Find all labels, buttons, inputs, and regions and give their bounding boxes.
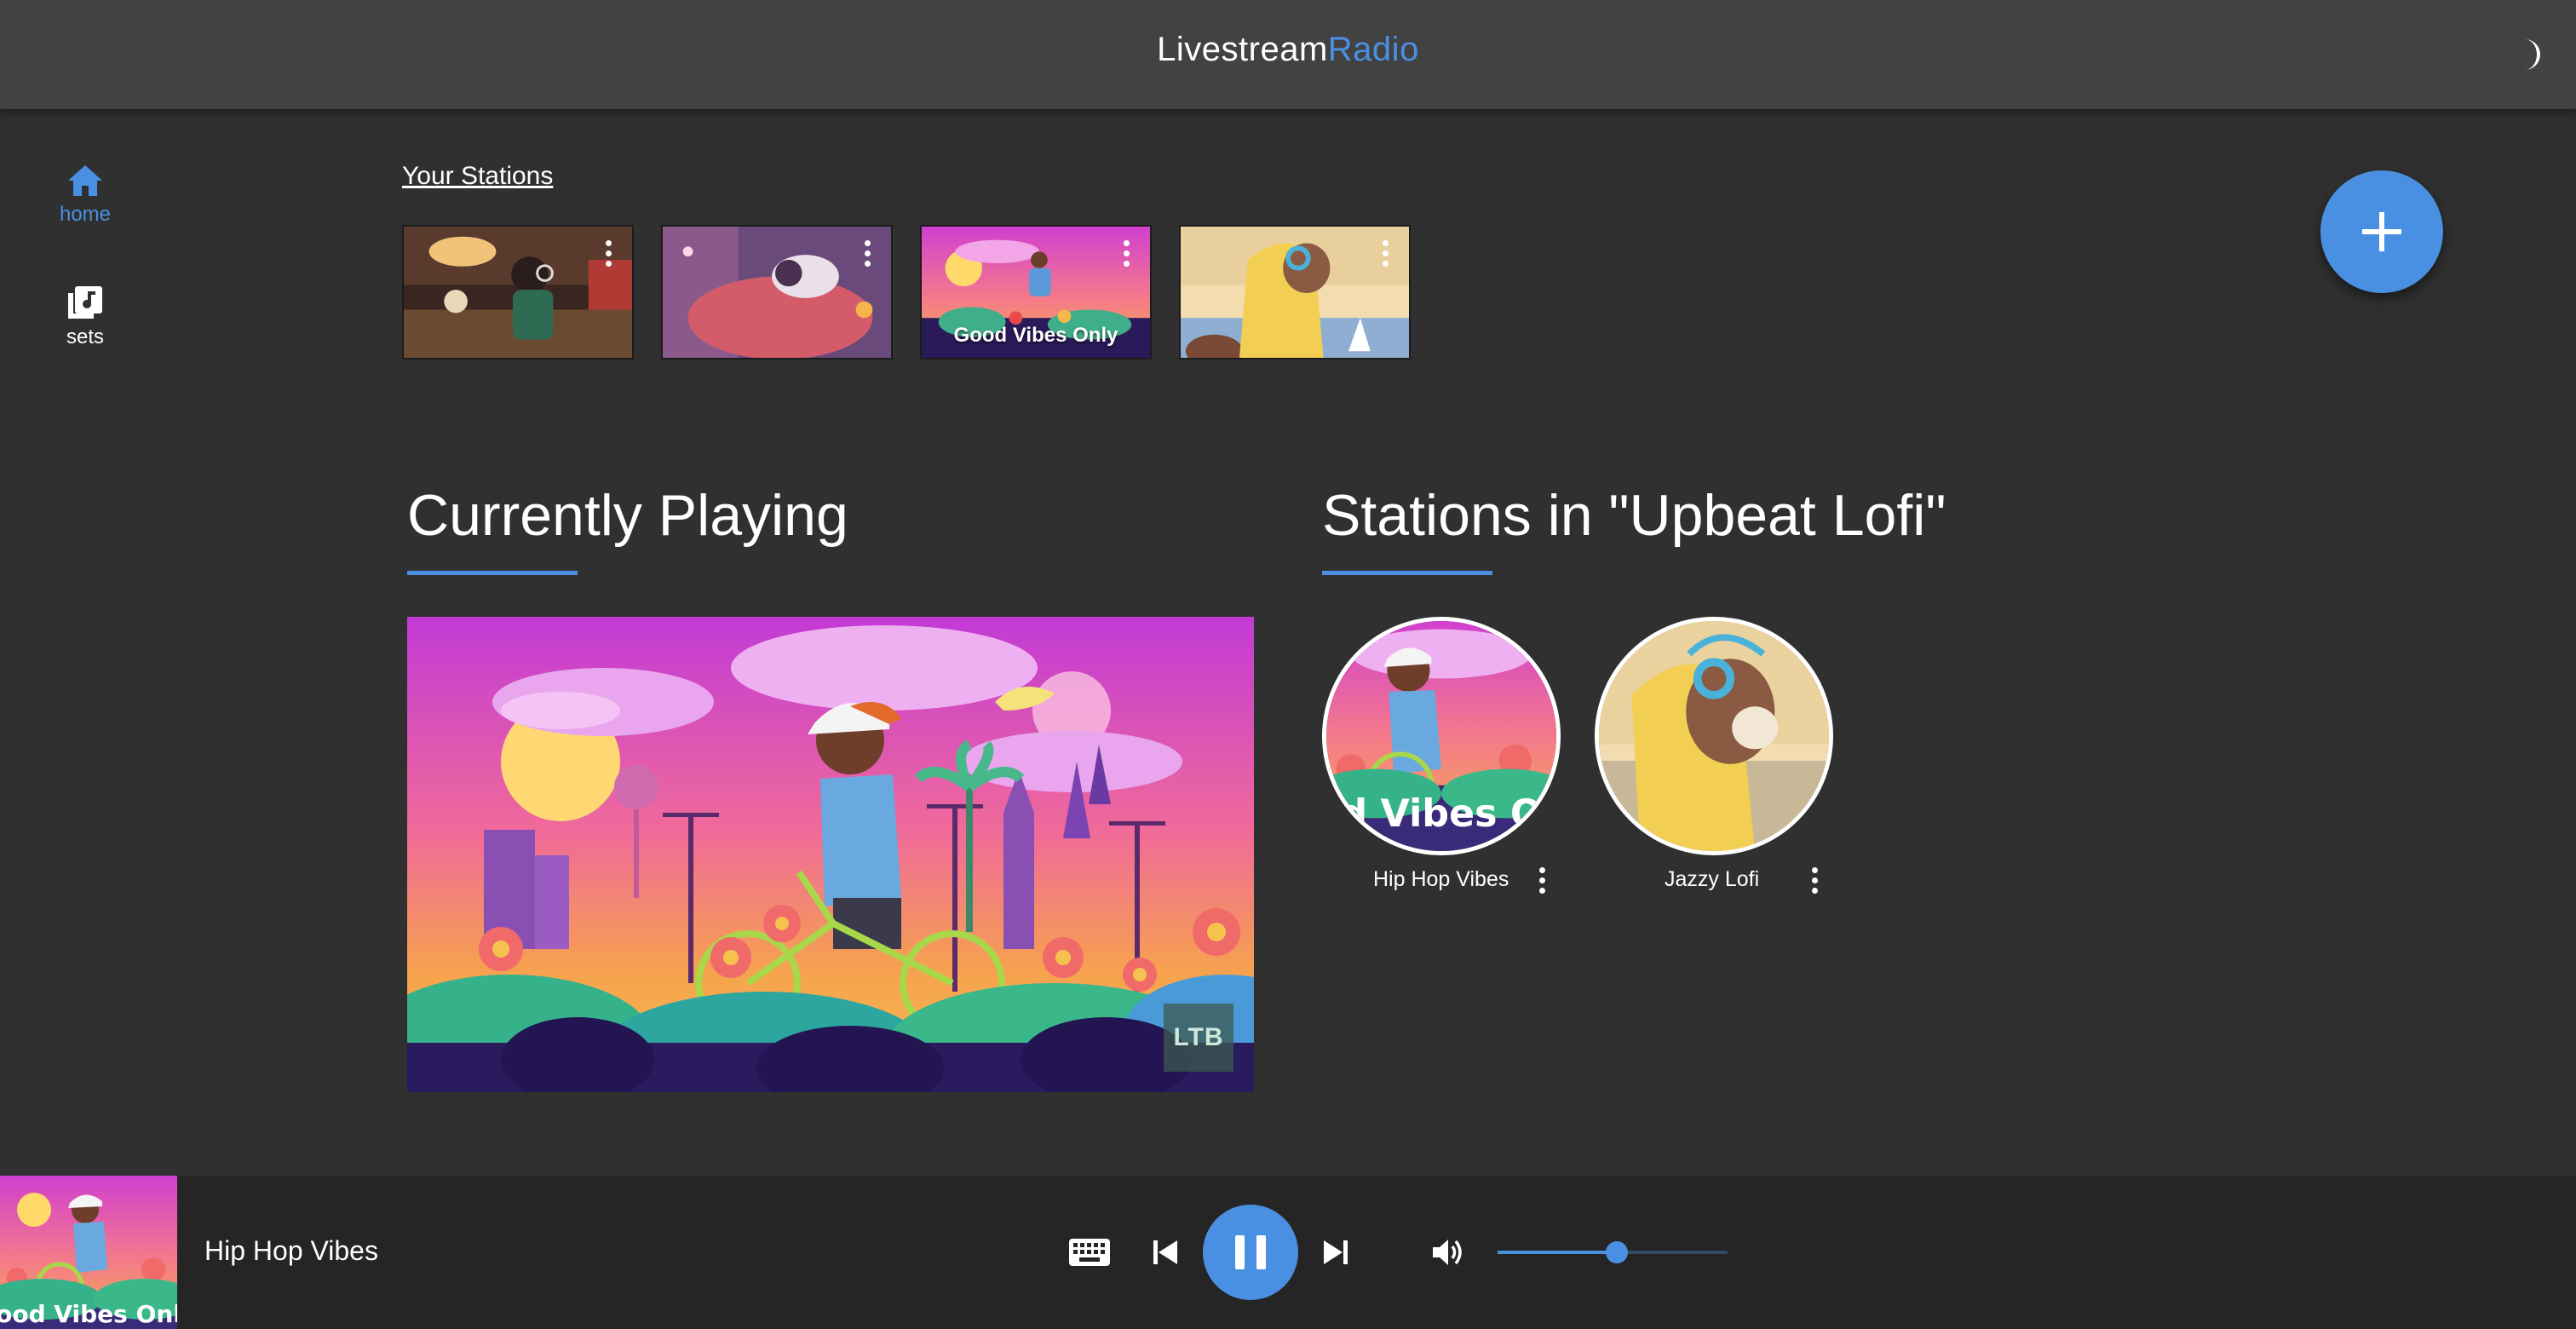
nav-item-home[interactable]: home (31, 162, 140, 227)
volume-slider-fill (1498, 1251, 1618, 1254)
station-thumb-4[interactable] (1179, 225, 1411, 360)
heading-underline (1322, 571, 1492, 575)
volume-button[interactable] (1429, 1234, 1467, 1271)
volume-slider[interactable] (1498, 1241, 1728, 1263)
pause-button[interactable] (1203, 1205, 1298, 1300)
more-vert-icon[interactable] (1378, 240, 1392, 271)
station-circle-label: Hip Hop Vibes (1373, 867, 1509, 891)
keyboard-icon (1069, 1239, 1110, 1266)
station-thumb-1[interactable] (402, 225, 634, 360)
library-music-icon (68, 286, 102, 319)
current-video[interactable]: LTB (407, 617, 1254, 1092)
your-stations-link[interactable]: Your Stations (402, 162, 553, 191)
station-thumb-3[interactable]: Good Vibes Only (920, 225, 1152, 360)
app-title-part2: Radio (1327, 31, 1419, 68)
add-station-button[interactable] (2320, 170, 2443, 293)
app-bar: LivestreamRadio (0, 0, 2576, 109)
keyboard-shortcuts-button[interactable] (1068, 1235, 1111, 1269)
more-vert-icon[interactable] (1808, 867, 1821, 898)
station-circle-image (1599, 621, 1829, 851)
nav-item-sets-label: sets (66, 325, 104, 348)
currently-playing-heading: Currently Playing (407, 483, 848, 548)
app-title: LivestreamRadio (0, 31, 2576, 69)
nav-item-sets[interactable]: sets (31, 285, 140, 349)
station-circle-image: d Vibes O (1326, 621, 1556, 851)
more-vert-icon[interactable] (1119, 240, 1133, 271)
set-stations-heading: Stations in "Upbeat Lofi" (1322, 483, 1946, 548)
more-vert-icon[interactable] (601, 240, 615, 271)
skip-previous-icon (1153, 1240, 1177, 1264)
volume-up-icon (1433, 1240, 1462, 1265)
station-thumb-2[interactable] (661, 225, 893, 360)
player-bar: ood Vibes Onl Hip Hop Vibes (0, 1176, 2576, 1329)
heading-underline (407, 571, 578, 575)
moon-icon (2525, 39, 2540, 70)
station-circle-overlay-text: d Vibes O (1340, 792, 1542, 836)
next-button[interactable] (1320, 1235, 1351, 1269)
more-vert-icon[interactable] (1535, 867, 1549, 898)
now-playing-image: ood Vibes Onl (0, 1176, 177, 1329)
video-frame (407, 617, 1254, 1092)
now-playing-thumbnail[interactable]: ood Vibes Onl (0, 1176, 177, 1329)
home-icon (68, 165, 102, 196)
now-playing-title: Hip Hop Vibes (204, 1235, 378, 1266)
station-thumb-caption: Good Vibes Only (953, 324, 1118, 347)
station-circle-hip-hop-vibes[interactable]: d Vibes O (1322, 617, 1561, 855)
app-title-part1: Livestream (1157, 31, 1328, 68)
skip-next-icon (1324, 1240, 1348, 1264)
station-thumb-image (1181, 227, 1409, 358)
previous-button[interactable] (1150, 1235, 1181, 1269)
station-thumb-image (663, 227, 891, 358)
station-circle-jazzy-lofi[interactable] (1595, 617, 1833, 855)
now-playing-thumb-text: ood Vibes Onl (0, 1300, 177, 1328)
station-thumb-image (404, 227, 632, 358)
station-circle-label: Jazzy Lofi (1665, 867, 1760, 891)
theme-toggle-button[interactable] (2506, 32, 2550, 77)
nav-item-home-label: home (59, 203, 112, 226)
video-watermark: LTB (1164, 1004, 1233, 1072)
volume-slider-thumb[interactable] (1606, 1241, 1629, 1263)
more-vert-icon[interactable] (860, 240, 874, 271)
